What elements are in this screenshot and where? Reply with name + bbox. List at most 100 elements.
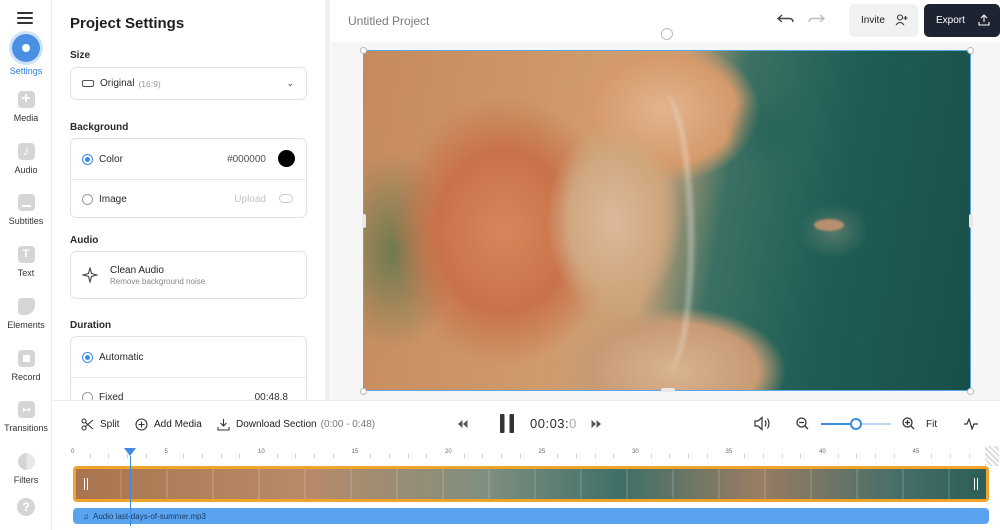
invite-button[interactable]: Invite (849, 4, 918, 37)
upload-icon (978, 14, 990, 26)
fast-forward-icon[interactable] (591, 419, 602, 429)
ruler-minor-tick (108, 454, 110, 458)
ruler-minor-tick (519, 454, 521, 458)
playhead-marker (124, 448, 136, 456)
cloud-upload-icon[interactable] (279, 194, 293, 203)
size-dropdown[interactable]: Original (16:9) ⌄ (70, 67, 307, 100)
download-section-button[interactable]: Download Section (0:00 - 0:48) (217, 401, 375, 447)
rail-item-record[interactable]: Record (0, 350, 52, 382)
image-radio[interactable] (82, 194, 93, 205)
clip-trim-handle-left[interactable] (84, 478, 88, 490)
resize-handle-left[interactable] (362, 214, 366, 228)
image-option[interactable]: Image Upload (71, 179, 306, 219)
fixed-radio[interactable] (82, 392, 93, 400)
redo-icon[interactable] (807, 12, 825, 26)
elements-icon (17, 298, 35, 315)
resize-handle-right[interactable] (969, 214, 973, 228)
download-label: Download Section (236, 418, 317, 430)
fixed-option[interactable]: Fixed 00:48.8 (71, 377, 306, 400)
menu-icon[interactable] (17, 12, 33, 24)
color-radio[interactable] (82, 153, 93, 165)
ruler-minor-tick (968, 454, 970, 458)
fixed-duration-value[interactable]: 00:48.8 (255, 392, 288, 400)
audio-track[interactable]: ♫ Audio last-days-of-summer.mp3 (73, 508, 989, 524)
project-name[interactable]: Untitled Project (348, 14, 429, 28)
resize-handle-br[interactable] (967, 388, 974, 395)
ruler-minor-tick (501, 454, 503, 458)
automatic-radio[interactable] (82, 351, 93, 363)
ruler-minor-tick (856, 454, 858, 458)
video-clip[interactable] (73, 466, 989, 502)
export-button[interactable]: Export (924, 4, 1000, 37)
color-option[interactable]: Color #000000 (71, 139, 306, 179)
canvas-area (331, 28, 1000, 400)
help-button[interactable] (0, 498, 52, 521)
rail-item-subtitles[interactable]: Subtitles (0, 194, 52, 226)
ruler-minor-tick (949, 454, 951, 458)
color-value: #000000 (227, 153, 266, 165)
text-icon (17, 246, 35, 263)
clip-trim-handle-right[interactable] (974, 478, 978, 490)
rail-item-label: Elements (7, 320, 45, 330)
resize-handle-tr[interactable] (967, 47, 974, 54)
sparkle-icon (82, 267, 98, 283)
upload-link[interactable]: Upload (234, 194, 266, 205)
split-button[interactable]: Split (81, 401, 119, 447)
background-label: Background (70, 122, 129, 133)
ruler-minor-tick (295, 454, 297, 458)
rail-item-filters[interactable]: Filters (0, 453, 52, 485)
ruler-minor-tick (145, 454, 147, 458)
timeline-end-marker (985, 446, 999, 466)
current-time: 00:03:0 (530, 416, 577, 431)
zoom-in-icon[interactable] (902, 417, 915, 430)
rail-item-label: Media (13, 113, 39, 123)
ruler-minor-tick (239, 454, 241, 458)
resize-handle-tl[interactable] (360, 47, 367, 54)
rail-item-text[interactable]: Text (0, 246, 52, 278)
playhead[interactable] (124, 448, 136, 528)
automatic-option[interactable]: Automatic (71, 337, 306, 377)
rotate-handle[interactable] (661, 28, 673, 40)
download-range: (0:00 - 0:48) (320, 418, 376, 430)
color-label: Color (99, 153, 123, 165)
add-media-label: Add Media (154, 418, 202, 430)
scissors-icon (81, 417, 94, 431)
ruler-minor-tick (89, 454, 91, 458)
ruler-tick-label: 15 (351, 449, 359, 455)
ruler-minor-tick (370, 454, 372, 458)
clean-audio-subtitle: Remove background noise (110, 277, 206, 286)
rail-item-label: Audio (14, 165, 38, 175)
rail-item-settings[interactable]: Settings (0, 34, 52, 76)
add-media-button[interactable]: Add Media (135, 401, 202, 447)
rail-item-media[interactable]: Media (0, 89, 52, 123)
zoom-slider-knob[interactable] (850, 418, 862, 430)
music-note-icon: ♫ (83, 511, 89, 521)
waveform-icon[interactable] (964, 418, 978, 430)
clean-audio-card[interactable]: Clean Audio Remove background noise (70, 251, 307, 299)
volume-icon[interactable] (754, 416, 771, 431)
video-preview[interactable] (363, 50, 971, 391)
timeline-ruler[interactable]: 0 5 10 15 20 25 30 35 40 45 (71, 446, 991, 462)
color-swatch[interactable] (278, 150, 295, 167)
audio-label: Audio (70, 235, 99, 246)
resize-handle-bl[interactable] (360, 388, 367, 395)
panel-scrollbar[interactable] (325, 0, 330, 400)
undo-icon[interactable] (777, 12, 795, 26)
zoom-slider[interactable] (821, 418, 891, 430)
rail-item-elements[interactable]: Elements (0, 298, 52, 330)
rail-item-audio[interactable]: Audio (0, 143, 52, 175)
ruler-minor-tick (575, 454, 577, 458)
rail-item-label: Settings (9, 66, 43, 76)
person-add-icon (895, 14, 908, 26)
resize-handle-bottom[interactable] (661, 388, 675, 392)
ruler-tick-label: 20 (445, 449, 452, 455)
duration-options: Automatic Fixed 00:48.8 (70, 336, 307, 400)
pause-icon[interactable] (500, 414, 514, 433)
ruler-minor-tick (875, 454, 877, 458)
rewind-icon[interactable] (457, 419, 468, 429)
fit-button[interactable]: Fit (926, 401, 937, 447)
rail-item-transitions[interactable]: Transitions (0, 401, 52, 433)
ruler-minor-tick (388, 454, 390, 458)
zoom-out-icon[interactable] (796, 417, 809, 430)
background-options: Color #000000 Image Upload (70, 138, 307, 218)
